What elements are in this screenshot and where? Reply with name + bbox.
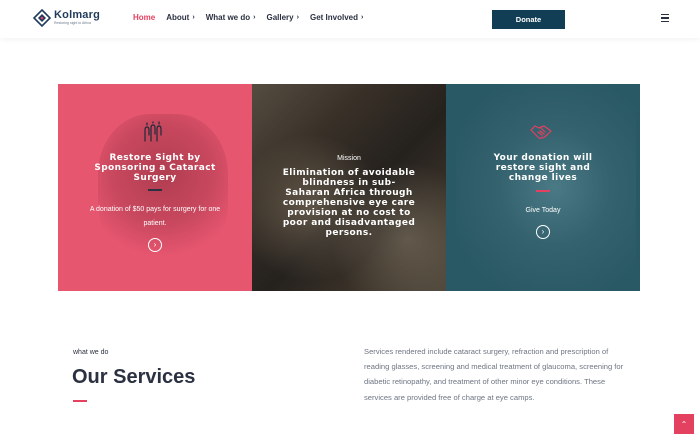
nav-item-home[interactable]: Home: [133, 13, 155, 22]
site-header: Kolmarg Restoring sight to Africa Home A…: [0, 0, 700, 38]
chevron-right-icon: ›: [360, 14, 364, 21]
services-description: Services rendered include cataract surge…: [364, 347, 624, 402]
nav-item-gallery[interactable]: Gallery ›: [266, 13, 298, 22]
chevron-right-icon: ›: [541, 226, 545, 236]
nav-label: Gallery: [266, 13, 294, 22]
nav-item-get-involved[interactable]: Get Involved ›: [310, 13, 363, 22]
scroll-to-top-button[interactable]: ⌃: [674, 414, 694, 434]
chevron-right-icon: ›: [296, 14, 299, 21]
card-arrow-button[interactable]: ›: [148, 237, 162, 252]
nav-label: About: [166, 13, 190, 22]
card-kicker: Mission: [337, 155, 361, 162]
card-title: Elimination of avoidable blindness in su…: [282, 168, 416, 238]
card-arrow-button[interactable]: ›: [536, 224, 550, 239]
chevron-right-icon: ›: [153, 239, 157, 249]
handshake-icon: [530, 125, 552, 140]
services-kicker: what we do: [73, 349, 109, 356]
services-divider: [73, 400, 87, 402]
nav-label: What we do: [205, 13, 251, 22]
brand-name: Kolmarg: [54, 9, 101, 22]
logo-icon: [33, 9, 51, 27]
hamburger-menu-icon[interactable]: [661, 14, 669, 22]
chevron-up-icon: ⌃: [680, 419, 688, 429]
services-heading: Our Services: [72, 366, 196, 388]
main-nav: Home About › What we do › Gallery › Get …: [133, 13, 374, 22]
logo[interactable]: Kolmarg Restoring sight to Africa: [33, 9, 100, 27]
card-title: Restore Sight by Sponsoring a Cataract S…: [94, 153, 216, 183]
chevron-right-icon: ›: [192, 14, 195, 21]
nav-label: Home: [133, 13, 156, 22]
card-description: Give Today: [525, 206, 561, 214]
nav-label: Get Involved: [309, 13, 358, 22]
card-divider: [536, 190, 550, 192]
card-description: A donation of $50 pays for surgery for o…: [89, 205, 221, 227]
card-divider: [148, 189, 162, 191]
nav-item-about[interactable]: About ›: [166, 13, 194, 22]
raised-hands-icon: [144, 121, 162, 142]
chevron-right-icon: ›: [253, 14, 256, 21]
brand-tagline: Restoring sight to Africa: [54, 21, 91, 26]
donate-button[interactable]: Donate: [492, 10, 565, 29]
card-title: Your donation will restore sight and cha…: [493, 153, 593, 183]
nav-item-what-we-do[interactable]: What we do ›: [206, 13, 256, 22]
